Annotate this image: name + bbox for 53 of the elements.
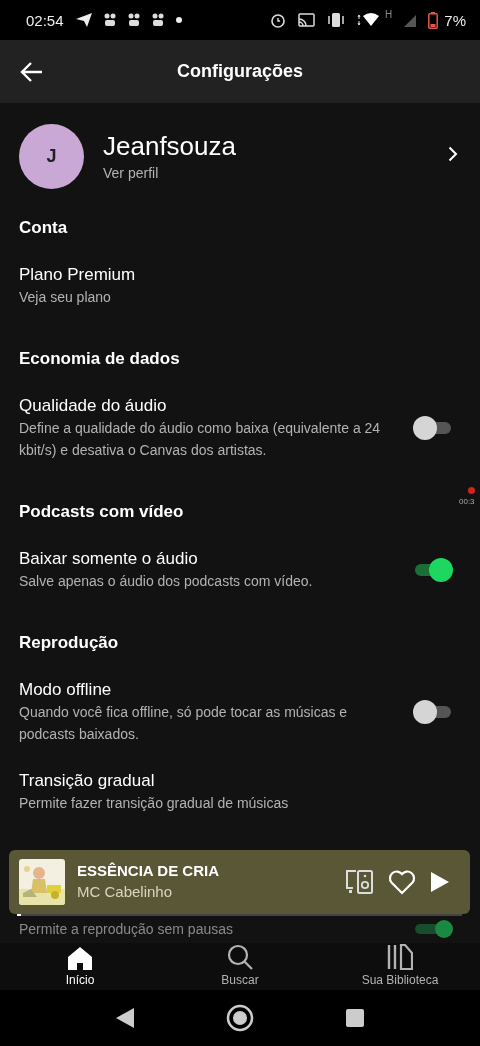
chevron-right-icon[interactable] [448,146,458,162]
mini-player[interactable]: ESSÊNCIA DE CRIA MC Cabelinho [9,850,470,914]
battery-percent: 7% [444,11,466,29]
toggle-switch[interactable] [413,416,453,440]
section-heading: Reprodução [19,632,120,654]
setting-title: Qualidade do áudio [19,395,168,417]
home-button-icon[interactable] [226,1004,254,1032]
track-artist: MC Cabelinho [77,882,174,902]
section-heading: Conta [19,217,69,239]
heart-icon[interactable] [388,869,416,895]
setting-title: Transição gradual [19,770,156,792]
recording-time: 00:3 [459,497,475,506]
setting-description: Permite a reprodução sem pausas [19,920,234,938]
toggle-switch[interactable] [413,558,453,582]
setting-description: Veja seu plano [19,288,112,307]
devices-icon[interactable] [344,869,374,895]
tab[interactable]: Buscar [160,943,320,990]
app-notification-icon [127,13,140,27]
alarm-icon [270,12,287,28]
battery-icon [428,11,439,29]
search-icon [227,944,253,970]
recording-dot-icon [468,487,475,494]
setting-title: Baixar somente o áudio [19,548,199,570]
signal-icon [404,13,417,27]
track-title: ESSÊNCIA DE CRIA [77,861,220,881]
screen-title: Configurações [177,61,303,82]
wifi-icon [357,13,382,27]
setting-description: Salve apenas o áudio dos podcasts com vídeo. [19,572,314,591]
section-heading: Podcasts com vídeo [19,501,185,523]
profile-name: Jeanfsouza [103,131,237,161]
send-icon [75,13,92,27]
tab[interactable]: Início [0,943,160,990]
network-type: H [385,9,393,20]
status-time: 02:54 [26,11,64,29]
app-notification-icon [151,13,164,27]
toggle-switch[interactable] [413,920,453,938]
toggle-switch[interactable] [413,700,453,724]
section-heading: Economia de dados [19,348,181,370]
setting-title: Plano Premium [19,264,137,286]
app-notification-icon [103,13,116,27]
vibrate-icon [327,13,346,27]
tab[interactable]: Sua Biblioteca [320,943,480,990]
dot-icon [175,17,182,23]
back-icon[interactable] [116,1008,134,1028]
setting-description: Define a qualidade do áudio como baixa (equivalente a 24 kbit/s) e desativa o Canvas dos artistas. [19,419,382,460]
setting-description: Quando você fica offline, só pode tocar as músicas e podcasts baixados. [19,703,349,744]
play-icon[interactable] [430,871,450,893]
library-icon [387,944,413,970]
avatar[interactable]: J [19,123,84,189]
home-icon [67,946,93,970]
setting-title: Modo offline [19,679,113,701]
setting-description: Permite fazer transição gradual de músicas [19,794,290,813]
cast-icon [298,12,316,28]
